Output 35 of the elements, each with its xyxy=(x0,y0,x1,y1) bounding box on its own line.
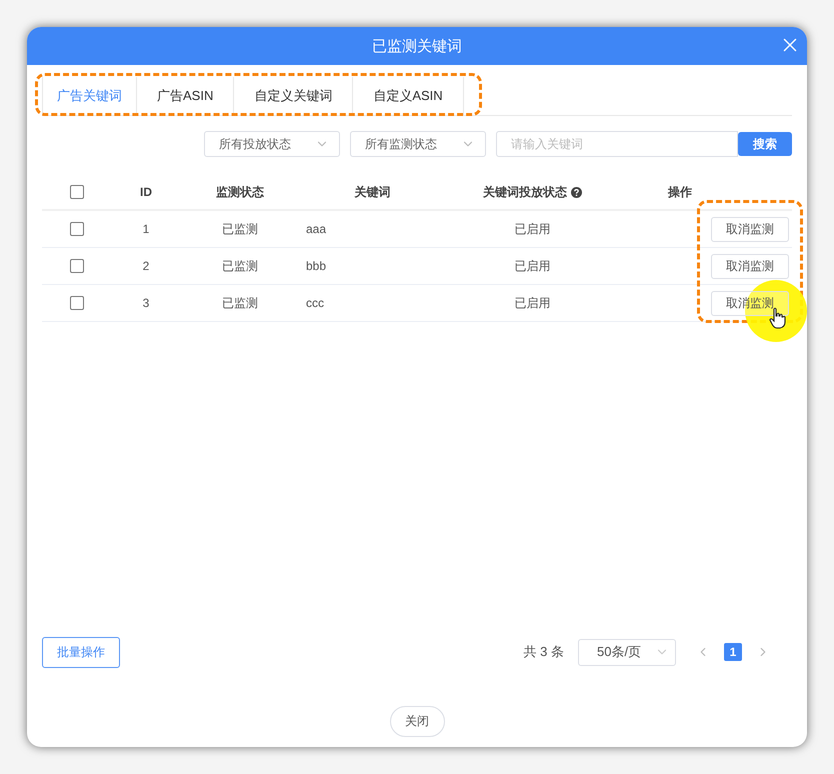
page-button[interactable]: 1 xyxy=(724,643,742,661)
column-header: 关键词 xyxy=(353,184,392,200)
cancel-monitor-button[interactable]: 取消监测 xyxy=(711,216,789,242)
checkbox[interactable] xyxy=(70,222,84,236)
checkbox[interactable] xyxy=(70,259,84,273)
table-cell-text: ccc xyxy=(305,296,325,310)
table-cell-text: 已启用 xyxy=(514,220,552,238)
table-cell-text: 已监测 xyxy=(221,258,259,274)
table-cell-text: bbb xyxy=(305,259,328,273)
cancel-monitor-button[interactable]: 取消监测 xyxy=(711,254,789,278)
table-cell-text: 2 xyxy=(142,259,150,273)
total-count: 共 3 条 xyxy=(524,643,564,661)
column-header: ID xyxy=(139,185,153,199)
table-cell-text: 已启用 xyxy=(514,258,552,274)
column-header: 操作 xyxy=(666,184,693,200)
search-button[interactable]: 搜索 xyxy=(738,132,792,156)
tab[interactable]: 广告关键词 xyxy=(42,77,137,115)
status-select[interactable]: 所有投放状态 xyxy=(204,131,340,157)
batch-button[interactable]: 批量操作 xyxy=(42,636,120,668)
page-size-select[interactable]: 50条/页 xyxy=(578,638,676,666)
hand-cursor-icon xyxy=(769,307,787,329)
column-header: 关键词投放状态 xyxy=(445,184,620,200)
checkbox[interactable] xyxy=(70,296,84,310)
column-header: 监测状态 xyxy=(215,184,265,200)
checkbox[interactable] xyxy=(70,185,84,199)
dialog-title: 已监测关键词 xyxy=(372,36,462,56)
table-cell-text: 已启用 xyxy=(514,294,552,312)
search-field[interactable]: 请输入关键词 xyxy=(496,131,738,157)
status-select[interactable]: 所有监测状态 xyxy=(350,131,486,157)
table-cell-text: aaa xyxy=(305,222,328,236)
table-cell-text: 已监测 xyxy=(221,220,259,238)
table-cell-text: 3 xyxy=(142,296,150,310)
close-button[interactable]: 关闭 xyxy=(390,706,444,737)
table-cell-text: 已监测 xyxy=(221,294,259,312)
table-cell-text: 1 xyxy=(142,222,150,236)
